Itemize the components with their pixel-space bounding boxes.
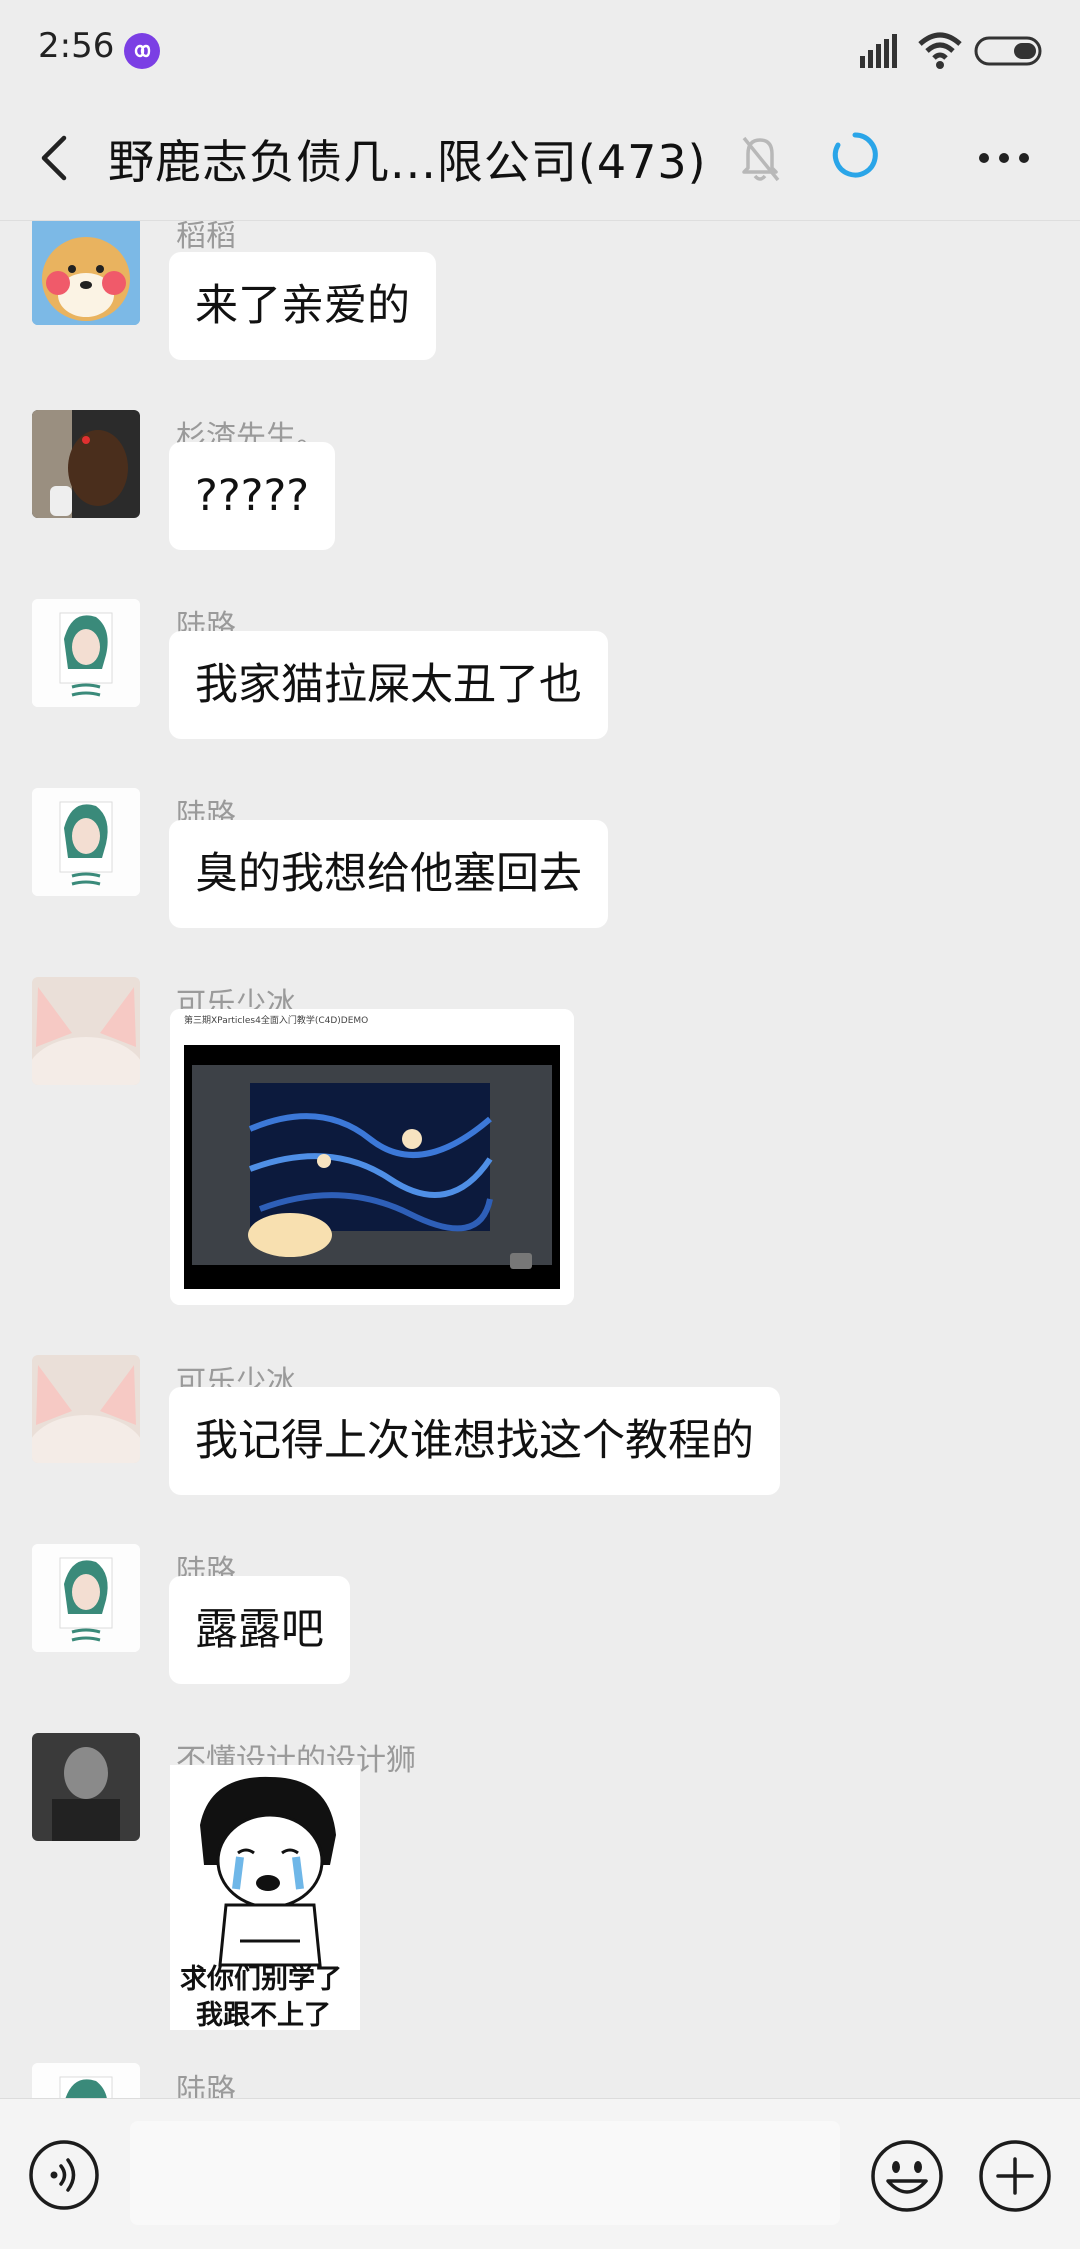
chat-header: 野鹿志负债几...限公司(473) xyxy=(0,100,1080,221)
wifi-icon xyxy=(918,32,962,69)
avatar[interactable] xyxy=(32,1733,140,1841)
message-bubble[interactable]: ????? xyxy=(169,442,336,550)
message-bubble[interactable]: 臭的我想给他塞回去 xyxy=(169,820,608,928)
input-bar xyxy=(0,2098,1080,2249)
app-badge-icon xyxy=(124,33,160,69)
loading-icon xyxy=(832,132,878,178)
back-arrow-icon[interactable] xyxy=(30,128,80,188)
avatar[interactable] xyxy=(32,977,140,1085)
emoji-icon[interactable] xyxy=(870,2139,944,2213)
avatar[interactable] xyxy=(32,2063,140,2098)
sticker-message[interactable]: 求你们别学了 我跟不上了 xyxy=(170,1765,360,2030)
mute-bell-icon[interactable] xyxy=(736,130,784,186)
more-icon[interactable] xyxy=(976,150,1032,166)
avatar[interactable] xyxy=(32,788,140,896)
sender-name: 稻稻 xyxy=(176,221,236,254)
signal-icon xyxy=(860,34,897,68)
voice-icon[interactable] xyxy=(28,2139,100,2211)
sticker-caption-line1: 求你们别学了 xyxy=(180,1964,342,1995)
message-input[interactable] xyxy=(130,2121,840,2225)
avatar[interactable] xyxy=(32,599,140,707)
page-title[interactable]: 野鹿志负债几...限公司(473) xyxy=(108,126,707,192)
avatar[interactable] xyxy=(32,410,140,518)
video-message[interactable]: 第三期XParticles4全面入门教学(C4D)DEMO xyxy=(170,1009,574,1305)
sender-name: 陆路 xyxy=(176,2073,236,2098)
message-bubble[interactable]: 露露吧 xyxy=(169,1576,350,1684)
message-bubble[interactable]: 来了亲爱的 xyxy=(169,252,436,360)
status-bar: 2:56 xyxy=(0,0,1080,100)
plus-icon[interactable] xyxy=(978,2139,1052,2213)
message-bubble[interactable]: 我记得上次谁想找这个教程的 xyxy=(169,1387,780,1495)
status-time: 2:56 xyxy=(38,26,115,66)
battery-icon xyxy=(974,36,1042,66)
message-bubble[interactable]: 我家猫拉屎太丑了也 xyxy=(169,631,608,739)
avatar[interactable] xyxy=(32,1355,140,1463)
avatar[interactable] xyxy=(32,1544,140,1652)
video-title: 第三期XParticles4全面入门教学(C4D)DEMO xyxy=(184,1016,369,1026)
sticker-caption-line2: 我跟不上了 xyxy=(196,2000,331,2030)
avatar[interactable] xyxy=(32,221,140,325)
message-list[interactable]: 稻稻 来了亲爱的 杉渣先生。 ????? 陆路 我家猫拉屎太丑了也 陆路 臭的我… xyxy=(0,221,1080,2098)
